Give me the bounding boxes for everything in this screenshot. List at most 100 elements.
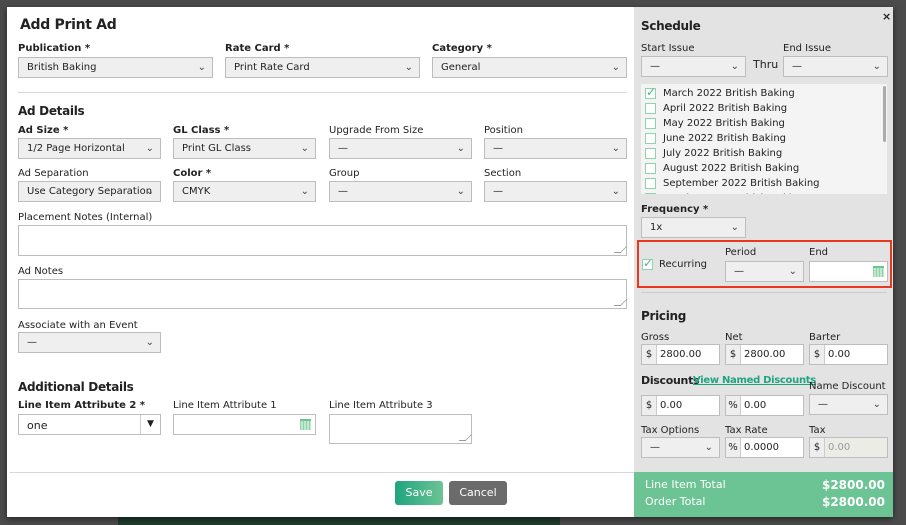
issue-checkbox[interactable]: [645, 193, 656, 194]
issue-label: September 2022 British Baking: [663, 178, 820, 189]
issue-checkbox[interactable]: [645, 178, 656, 189]
net-input[interactable]: $2800.00: [725, 344, 804, 365]
pricing-heading: Pricing: [641, 309, 687, 323]
issue-item[interactable]: June 2022 British Baking: [645, 132, 875, 146]
frequency-value: 1x: [650, 222, 663, 233]
issue-item[interactable]: May 2022 British Baking: [645, 117, 875, 131]
issue-checkbox[interactable]: [645, 85, 656, 99]
period-select[interactable]: — ⌄: [725, 261, 804, 282]
position-value: —: [493, 143, 503, 154]
discount-amount-input[interactable]: $0.00: [641, 395, 720, 416]
event-label: Associate with an Event: [18, 320, 138, 331]
publication-select[interactable]: British Baking ⌄: [18, 57, 213, 78]
issue-item[interactable]: August 2022 British Baking: [645, 162, 875, 176]
dropdown-arrow-icon[interactable]: ▼: [140, 415, 160, 434]
ad-size-value: 1/2 Page Horizontal: [27, 143, 125, 154]
gl-class-select[interactable]: Print GL Class ⌄: [173, 138, 316, 159]
start-issue-select[interactable]: — ⌄: [641, 56, 746, 77]
group-label: Group: [329, 168, 360, 179]
upgrade-value: —: [338, 143, 348, 154]
chevron-down-icon: ⌄: [611, 186, 620, 197]
chevron-down-icon: ⌄: [730, 222, 739, 233]
issue-label: April 2022 British Baking: [663, 103, 788, 114]
issue-checkbox[interactable]: [645, 103, 656, 114]
tax-options-select[interactable]: — ⌄: [641, 437, 720, 458]
position-select[interactable]: — ⌄: [484, 138, 627, 159]
chevron-down-icon: ⌄: [611, 62, 620, 73]
chevron-down-icon: ⌄: [456, 143, 465, 154]
issue-checkbox[interactable]: [645, 148, 656, 159]
attr2-combobox[interactable]: one ▼: [18, 414, 161, 435]
issue-item[interactable]: April 2022 British Baking: [645, 102, 875, 116]
percent-addon: %: [726, 438, 741, 457]
chevron-down-icon: ⌄: [788, 266, 797, 277]
issue-checkbox[interactable]: [645, 133, 656, 144]
dollar-addon: $: [642, 345, 657, 364]
tax-value: 0.00: [828, 442, 851, 453]
tax-rate-value: 0.0000: [744, 442, 779, 453]
period-value: —: [734, 266, 744, 277]
event-select[interactable]: — ⌄: [18, 332, 161, 353]
issue-item[interactable]: July 2022 British Baking: [645, 147, 875, 161]
tax-rate-input[interactable]: % 0.0000: [725, 437, 804, 458]
issue-label: May 2022 British Baking: [663, 118, 785, 129]
ad-notes-textarea[interactable]: [18, 279, 627, 309]
ad-separation-value: Use Category Separation: [27, 186, 153, 197]
frequency-select[interactable]: 1x ⌄: [641, 217, 746, 238]
section-value: —: [493, 186, 503, 197]
ad-size-select[interactable]: 1/2 Page Horizontal ⌄: [18, 138, 161, 159]
placement-notes-textarea[interactable]: [18, 225, 627, 256]
modal-title: Add Print Ad: [20, 17, 117, 33]
gross-label: Gross: [641, 332, 670, 343]
close-icon[interactable]: ×: [882, 10, 891, 23]
category-value: General: [441, 62, 481, 73]
cancel-button[interactable]: Cancel: [449, 481, 507, 505]
barter-label: Barter: [809, 332, 841, 343]
chevron-down-icon: ⌄: [145, 186, 154, 197]
issue-checkbox[interactable]: [645, 118, 656, 129]
name-discount-label: Name Discount: [809, 381, 886, 392]
group-select[interactable]: — ⌄: [329, 181, 472, 202]
color-value: CMYK: [182, 186, 211, 197]
rate-card-select[interactable]: Print Rate Card ⌄: [225, 57, 420, 78]
discount-amount-value: 0.00: [660, 400, 683, 411]
recurring-checkbox[interactable]: [642, 256, 653, 270]
discount-percent-input[interactable]: % 0.00: [725, 395, 804, 416]
end-date-input[interactable]: [809, 261, 888, 282]
event-value: —: [27, 337, 37, 348]
issue-checkbox[interactable]: [645, 163, 656, 174]
period-label: Period: [725, 247, 757, 258]
name-discount-select[interactable]: — ⌄: [809, 394, 888, 415]
upgrade-select[interactable]: — ⌄: [329, 138, 472, 159]
section-select[interactable]: — ⌄: [484, 181, 627, 202]
scrollbar[interactable]: [883, 86, 886, 142]
end-issue-select[interactable]: — ⌄: [783, 56, 888, 77]
chevron-down-icon: ⌄: [145, 337, 154, 348]
issue-item[interactable]: September 2022 British Baking: [645, 177, 875, 191]
section-label: Section: [484, 168, 522, 179]
dollar-addon: $: [726, 345, 741, 364]
category-select[interactable]: General ⌄: [432, 57, 627, 78]
placement-notes-label: Placement Notes (Internal): [18, 212, 153, 223]
attr2-value: one: [27, 419, 48, 432]
issue-label: June 2022 British Baking: [663, 133, 787, 144]
divider: [18, 92, 627, 93]
view-named-discounts-link[interactable]: View Named Discounts: [693, 375, 816, 386]
issue-item[interactable]: March 2022 British Baking: [645, 85, 875, 101]
chevron-down-icon: ⌄: [197, 62, 206, 73]
attr1-date-input[interactable]: [173, 414, 316, 435]
save-button[interactable]: Save: [395, 481, 443, 505]
attr3-textarea[interactable]: [329, 414, 472, 444]
ad-separation-select[interactable]: Use Category Separation ⌄: [18, 181, 161, 202]
upgrade-label: Upgrade From Size: [329, 125, 424, 136]
end-issue-label: End Issue: [783, 43, 832, 54]
start-issue-label: Start Issue: [641, 43, 695, 54]
gross-input[interactable]: $2800.00: [641, 344, 720, 365]
issue-item[interactable]: October 2022 British Baking: [645, 192, 875, 194]
calendar-icon[interactable]: [300, 419, 311, 430]
calendar-icon[interactable]: [873, 266, 884, 277]
color-select[interactable]: CMYK ⌄: [173, 181, 316, 202]
barter-input[interactable]: $0.00: [809, 344, 888, 365]
issue-list[interactable]: March 2022 British Baking April 2022 Brit…: [641, 84, 887, 194]
attr3-label: Line Item Attribute 3: [329, 400, 433, 411]
